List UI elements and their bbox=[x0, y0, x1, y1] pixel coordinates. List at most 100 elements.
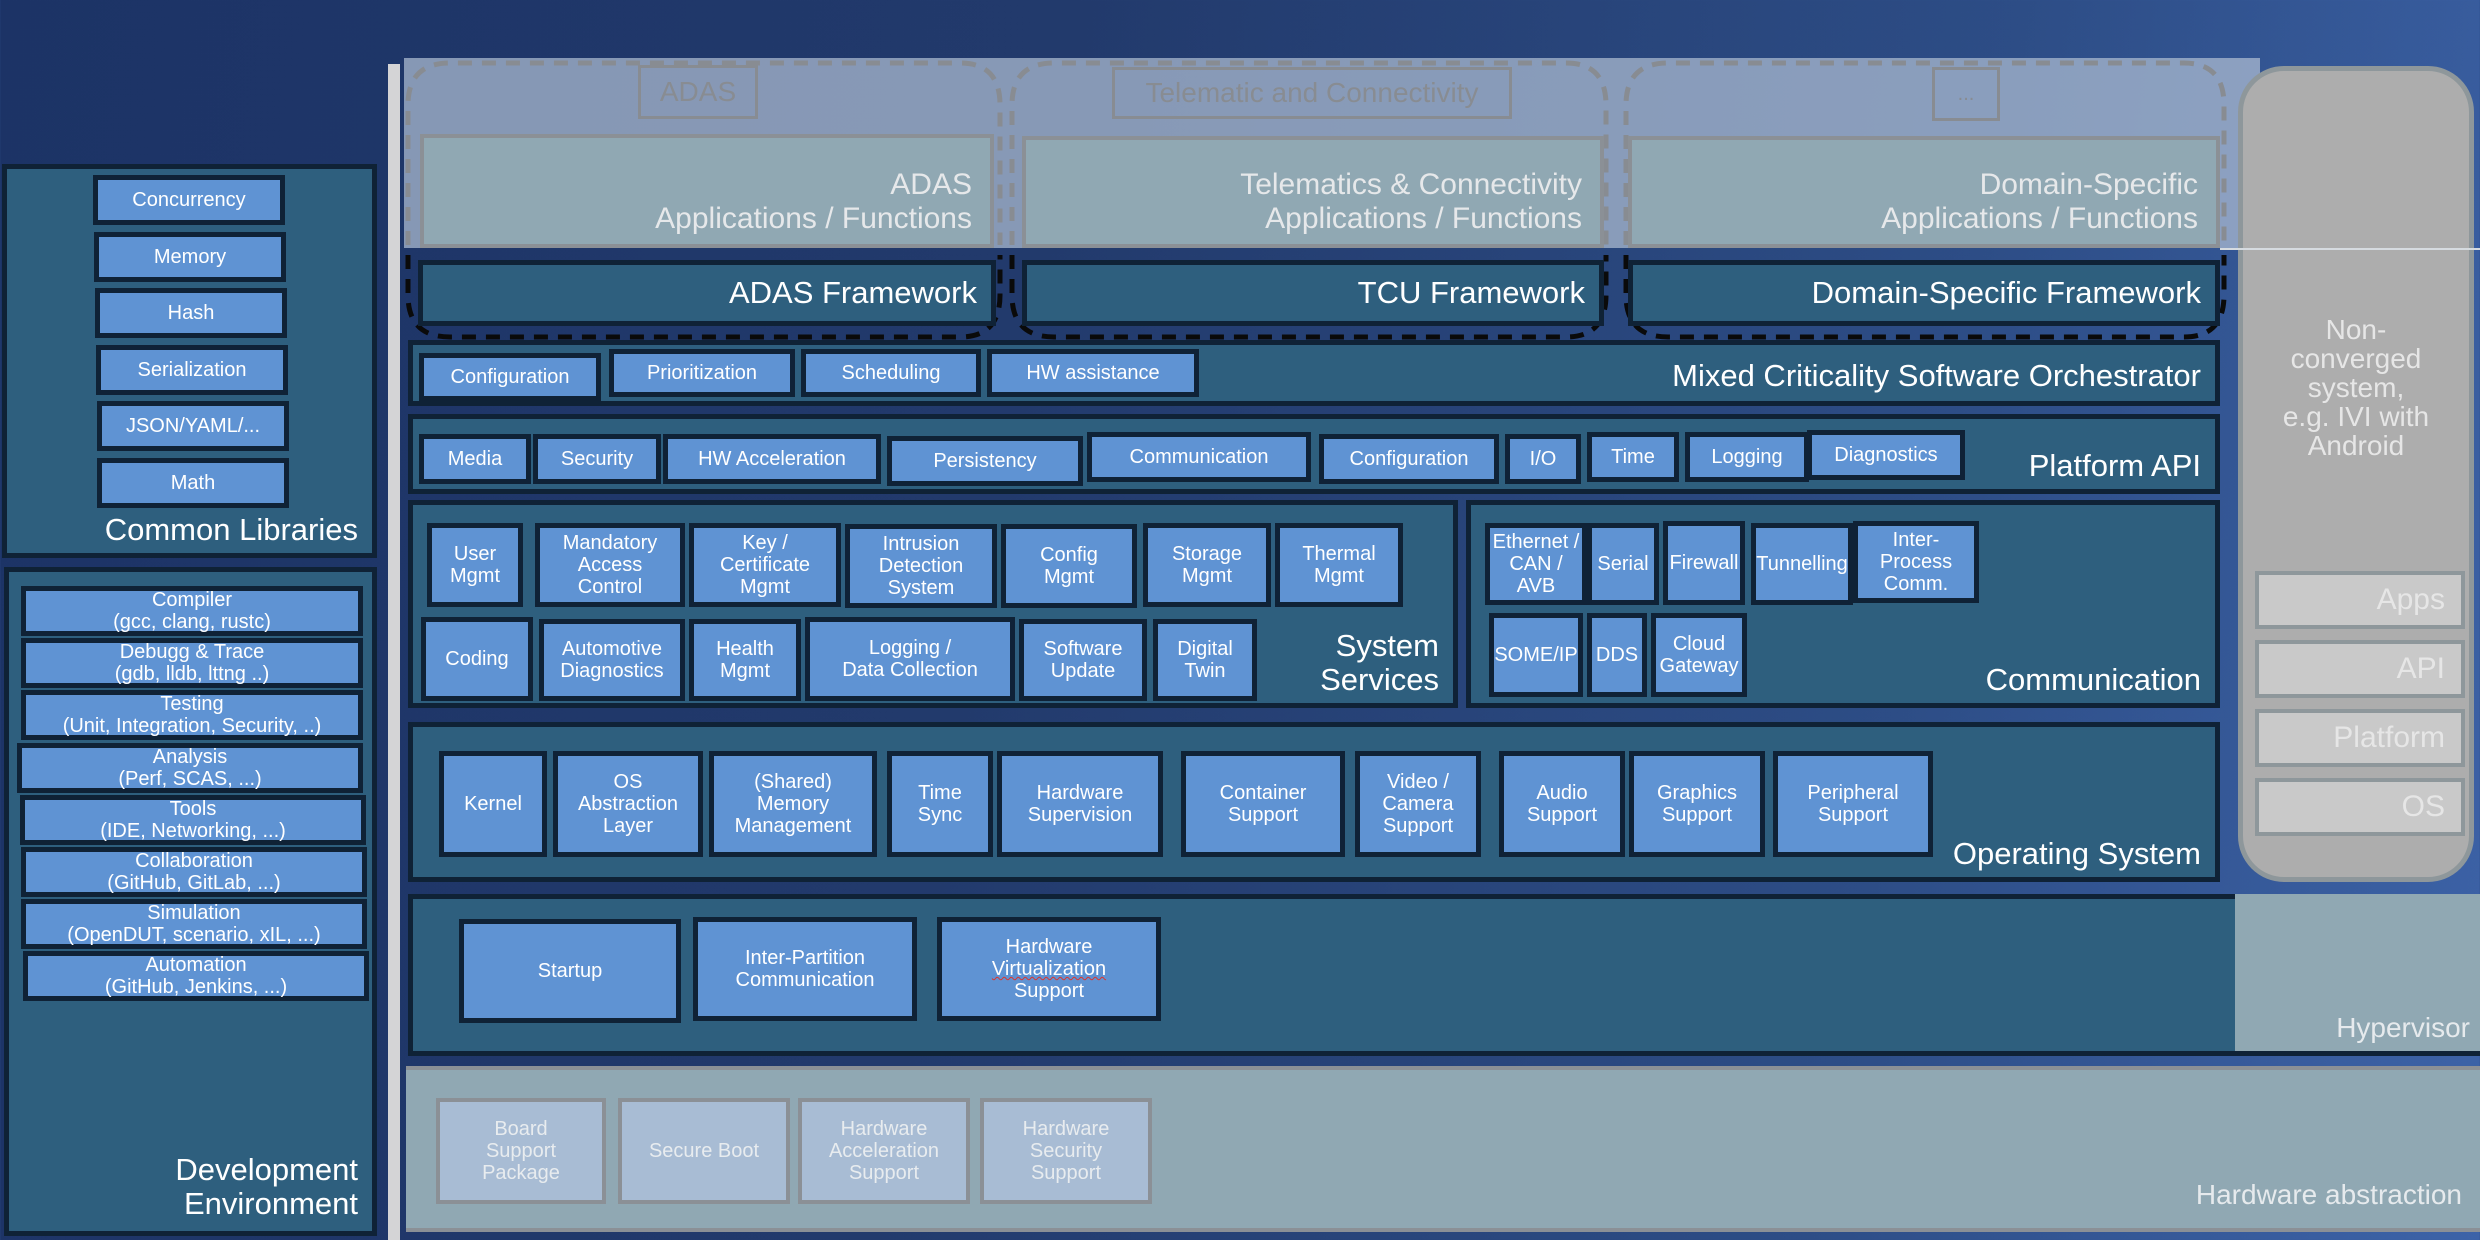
api-configuration[interactable]: Configuration bbox=[1319, 434, 1499, 484]
comm-cloud-gateway[interactable]: Cloud Gateway bbox=[1651, 613, 1747, 697]
hw-acceleration-support[interactable]: Hardware Acceleration Support bbox=[798, 1098, 970, 1204]
devenv-analysis[interactable]: Analysis (Perf, SCAS, ...) bbox=[17, 743, 363, 793]
service-key-certificate-mgmt[interactable]: Key / Certificate Mgmt bbox=[689, 523, 841, 607]
non-converged-label: Non- converged system, e.g. IVI with And… bbox=[2282, 314, 2430, 461]
platform-api-panel: Media Security HW Acceleration Persisten… bbox=[408, 414, 2220, 494]
library-json-yaml[interactable]: JSON/YAML/... bbox=[97, 401, 289, 451]
comm-firewall[interactable]: Firewall bbox=[1663, 521, 1745, 605]
api-logging[interactable]: Logging bbox=[1685, 432, 1809, 482]
communication-label: Communication bbox=[1985, 662, 2201, 697]
service-user-mgmt[interactable]: User Mgmt bbox=[427, 523, 523, 607]
hardware-abstraction-panel: Board Support Package Secure Boot Hardwa… bbox=[406, 1066, 2480, 1232]
service-storage-mgmt[interactable]: Storage Mgmt bbox=[1143, 523, 1271, 607]
domain-tag-telematics[interactable]: Telematic and Connectivity bbox=[1112, 67, 1512, 119]
os-peripheral-support[interactable]: Peripheral Support bbox=[1773, 751, 1933, 857]
orchestrator-hw-assistance[interactable]: HW assistance bbox=[987, 349, 1199, 397]
comm-dds[interactable]: DDS bbox=[1587, 613, 1647, 697]
api-media[interactable]: Media bbox=[419, 434, 531, 484]
library-hash[interactable]: Hash bbox=[95, 288, 287, 338]
orchestrator-prioritization[interactable]: Prioritization bbox=[609, 349, 795, 397]
non-converged-platform[interactable]: Platform bbox=[2255, 709, 2465, 767]
comm-ethernet-can-avb[interactable]: Ethernet / CAN / AVB bbox=[1485, 523, 1587, 605]
service-config-mgmt[interactable]: Config Mgmt bbox=[1001, 524, 1137, 608]
api-time[interactable]: Time bbox=[1587, 432, 1679, 482]
development-environment-panel: Compiler (gcc, clang, rustc) Debugg & Tr… bbox=[4, 567, 377, 1236]
orchestrator-scheduling[interactable]: Scheduling bbox=[801, 349, 981, 397]
orchestrator-configuration[interactable]: Configuration bbox=[419, 353, 601, 401]
devenv-tools[interactable]: Tools (IDE, Networking, ...) bbox=[20, 795, 366, 845]
hypervisor-startup[interactable]: Startup bbox=[459, 919, 681, 1023]
library-concurrency[interactable]: Concurrency bbox=[93, 175, 285, 225]
devenv-automation[interactable]: Automation (GitHub, Jenkins, ...) bbox=[23, 951, 369, 1001]
library-math[interactable]: Math bbox=[97, 458, 289, 508]
non-converged-os[interactable]: OS bbox=[2255, 778, 2465, 836]
os-time-sync[interactable]: Time Sync bbox=[887, 751, 993, 857]
hw-board-support-package[interactable]: Board Support Package bbox=[436, 1098, 606, 1204]
devenv-collaboration[interactable]: Collaboration (GitHub, GitLab, ...) bbox=[21, 847, 367, 897]
devenv-debug-trace[interactable]: Debugg & Trace (gdb, lldb, lttng ..) bbox=[21, 638, 363, 688]
orchestrator-label: Mixed Criticality Software Orchestrator bbox=[1672, 358, 2201, 393]
development-environment-label: Development Environment bbox=[175, 1152, 358, 1221]
domain-specific-applications[interactable]: Domain-Specific Applications / Functions bbox=[1628, 136, 2220, 248]
api-communication[interactable]: Communication bbox=[1087, 432, 1311, 482]
domain-tag-adas[interactable]: ADAS bbox=[638, 65, 758, 119]
common-libraries-panel: Concurrency Memory Hash Serialization JS… bbox=[2, 164, 377, 558]
service-coding[interactable]: Coding bbox=[421, 617, 533, 701]
comm-tunnelling[interactable]: Tunnelling bbox=[1751, 523, 1853, 605]
hardware-abstraction-label: Hardware abstraction bbox=[2195, 1179, 2462, 1210]
comm-serial[interactable]: Serial bbox=[1587, 523, 1659, 605]
os-graphics-support[interactable]: Graphics Support bbox=[1629, 751, 1765, 857]
system-services-panel: User Mgmt Mandatory Access Control Key /… bbox=[408, 500, 1458, 708]
service-logging-data-collection[interactable]: Logging / Data Collection bbox=[805, 617, 1015, 701]
hypervisor-panel: Startup Inter-Partition Communication Ha… bbox=[408, 894, 2480, 1056]
non-converged-system[interactable]: Non- converged system, e.g. IVI with And… bbox=[2238, 66, 2474, 882]
tcu-framework[interactable]: TCU Framework bbox=[1022, 260, 1604, 326]
telematics-applications[interactable]: Telematics & Connectivity Applications /… bbox=[1022, 136, 1604, 248]
service-thermal-mgmt[interactable]: Thermal Mgmt bbox=[1275, 523, 1403, 607]
service-health-mgmt[interactable]: Health Mgmt bbox=[689, 619, 801, 701]
non-converged-api[interactable]: API bbox=[2255, 640, 2465, 698]
os-abstraction-layer[interactable]: OS Abstraction Layer bbox=[553, 751, 703, 857]
service-intrusion-detection[interactable]: Intrusion Detection System bbox=[845, 524, 997, 608]
service-software-update[interactable]: Software Update bbox=[1019, 619, 1147, 701]
adas-applications[interactable]: ADAS Applications / Functions bbox=[420, 134, 994, 248]
devenv-simulation[interactable]: Simulation (OpenDUT, scenario, xIL, ...) bbox=[21, 899, 367, 949]
hypervisor-inter-partition-communication[interactable]: Inter-Partition Communication bbox=[693, 917, 917, 1021]
comm-inter-process[interactable]: Inter-Process Comm. bbox=[1853, 521, 1979, 603]
os-shared-memory-management[interactable]: (Shared) Memory Management bbox=[709, 751, 877, 857]
os-audio-support[interactable]: Audio Support bbox=[1499, 751, 1625, 857]
operating-system-panel: Kernel OS Abstraction Layer (Shared) Mem… bbox=[408, 722, 2220, 882]
os-hardware-supervision[interactable]: Hardware Supervision bbox=[997, 751, 1163, 857]
api-io[interactable]: I/O bbox=[1505, 434, 1581, 484]
common-libraries-label: Common Libraries bbox=[104, 512, 358, 547]
operating-system-label: Operating System bbox=[1952, 836, 2201, 871]
hw-virt-line1: Hardware bbox=[1005, 936, 1093, 958]
comm-some-ip[interactable]: SOME/IP bbox=[1489, 613, 1583, 697]
applications-divider-line bbox=[2220, 248, 2480, 250]
hw-virt-line3: Support bbox=[1013, 980, 1085, 1002]
devenv-testing[interactable]: Testing (Unit, Integration, Security, ..… bbox=[21, 690, 363, 740]
service-automotive-diagnostics[interactable]: Automotive Diagnostics bbox=[539, 619, 685, 701]
os-container-support[interactable]: Container Support bbox=[1181, 751, 1345, 857]
library-serialization[interactable]: Serialization bbox=[96, 345, 288, 395]
os-kernel[interactable]: Kernel bbox=[439, 751, 547, 857]
service-digital-twin[interactable]: Digital Twin bbox=[1153, 619, 1257, 701]
adas-framework[interactable]: ADAS Framework bbox=[418, 260, 996, 326]
service-mandatory-access-control[interactable]: Mandatory Access Control bbox=[535, 523, 685, 607]
api-persistency[interactable]: Persistency bbox=[887, 436, 1083, 486]
api-hw-acceleration[interactable]: HW Acceleration bbox=[663, 434, 881, 484]
domain-tag-more[interactable]: ... bbox=[1932, 67, 2000, 121]
library-memory[interactable]: Memory bbox=[94, 232, 286, 282]
devenv-compiler[interactable]: Compiler (gcc, clang, rustc) bbox=[21, 586, 363, 636]
hw-security-support[interactable]: Hardware Security Support bbox=[980, 1098, 1152, 1204]
hypervisor-hardware-virtualization-support[interactable]: Hardware Virtualization Support bbox=[937, 917, 1161, 1021]
platform-api-label: Platform API bbox=[2028, 448, 2201, 483]
domain-specific-framework[interactable]: Domain-Specific Framework bbox=[1628, 260, 2220, 326]
system-services-label: System Services bbox=[1320, 628, 1439, 697]
os-video-camera-support[interactable]: Video / Camera Support bbox=[1355, 751, 1481, 857]
api-diagnostics[interactable]: Diagnostics bbox=[1807, 430, 1965, 480]
hw-secure-boot[interactable]: Secure Boot bbox=[618, 1098, 790, 1204]
api-security[interactable]: Security bbox=[533, 434, 661, 484]
non-converged-apps[interactable]: Apps bbox=[2255, 571, 2465, 629]
separator-bar bbox=[388, 64, 400, 1240]
